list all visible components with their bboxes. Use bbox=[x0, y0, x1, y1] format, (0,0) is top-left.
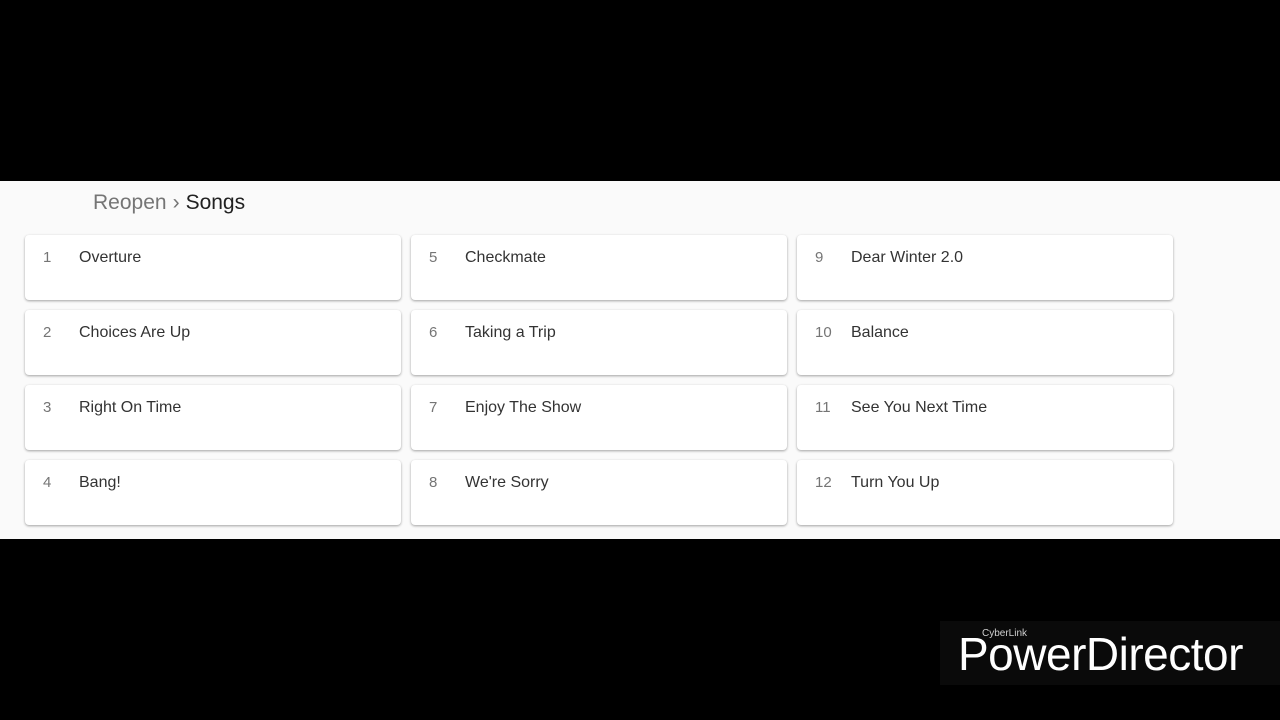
track-card[interactable]: 7 Enjoy The Show bbox=[411, 385, 787, 450]
powerdirector-watermark: CyberLink PowerDirector bbox=[940, 621, 1280, 685]
breadcrumb: Reopen › Songs bbox=[93, 190, 245, 216]
track-number: 9 bbox=[815, 249, 824, 266]
track-card[interactable]: 6 Taking a Trip bbox=[411, 310, 787, 375]
track-title: Taking a Trip bbox=[465, 324, 556, 341]
breadcrumb-separator-icon: › bbox=[172, 191, 180, 214]
track-card[interactable]: 3 Right On Time bbox=[25, 385, 401, 450]
track-number: 11 bbox=[815, 399, 831, 416]
track-number: 12 bbox=[815, 474, 832, 491]
track-card[interactable]: 5 Checkmate bbox=[411, 235, 787, 300]
track-card[interactable]: 10 Balance bbox=[797, 310, 1173, 375]
watermark-brand-large: PowerDirector bbox=[958, 628, 1243, 680]
track-number: 7 bbox=[429, 399, 438, 416]
breadcrumb-current: Songs bbox=[185, 191, 246, 214]
track-number: 3 bbox=[43, 399, 52, 416]
track-title: See You Next Time bbox=[851, 399, 988, 416]
track-card[interactable]: 8 We're Sorry bbox=[411, 460, 787, 525]
track-number: 2 bbox=[43, 324, 52, 341]
video-frame: Reopen › Songs 1 Overture 2 Choices Are … bbox=[0, 0, 1280, 720]
track-number: 8 bbox=[429, 474, 438, 491]
track-number: 10 bbox=[815, 324, 832, 341]
track-title: Choices Are Up bbox=[79, 324, 191, 341]
track-card[interactable]: 12 Turn You Up bbox=[797, 460, 1173, 525]
track-title: Balance bbox=[851, 324, 909, 341]
track-title: Dear Winter 2.0 bbox=[851, 249, 964, 266]
track-title: Checkmate bbox=[465, 249, 546, 266]
track-title: Overture bbox=[79, 249, 142, 266]
track-number: 6 bbox=[429, 324, 438, 341]
track-list: 1 Overture 2 Choices Are Up 3 Right On T… bbox=[25, 235, 1175, 525]
track-title: Right On Time bbox=[79, 399, 182, 416]
track-card[interactable]: 2 Choices Are Up bbox=[25, 310, 401, 375]
track-card[interactable]: 11 See You Next Time bbox=[797, 385, 1173, 450]
track-title: We're Sorry bbox=[465, 474, 549, 491]
track-number: 5 bbox=[429, 249, 438, 266]
track-title: Bang! bbox=[79, 474, 121, 491]
track-card[interactable]: 4 Bang! bbox=[25, 460, 401, 525]
track-number: 1 bbox=[43, 249, 52, 266]
track-card[interactable]: 1 Overture bbox=[25, 235, 401, 300]
track-number: 4 bbox=[43, 474, 52, 491]
track-card[interactable]: 9 Dear Winter 2.0 bbox=[797, 235, 1173, 300]
track-title: Enjoy The Show bbox=[465, 399, 582, 416]
breadcrumb-parent-link[interactable]: Reopen bbox=[93, 191, 167, 215]
track-title: Turn You Up bbox=[851, 474, 940, 491]
